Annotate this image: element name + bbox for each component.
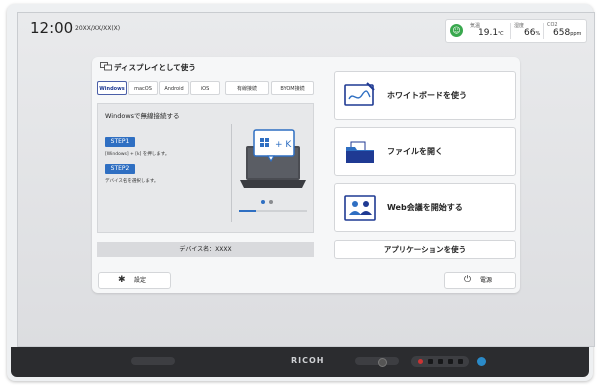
hdmi-port[interactable] bbox=[458, 359, 463, 364]
clock-time: 12:00 bbox=[30, 19, 74, 37]
tab-macos[interactable]: macOS bbox=[128, 81, 158, 95]
step1-badge: STEP1 bbox=[105, 137, 135, 147]
power-led bbox=[418, 359, 423, 364]
carousel-dot[interactable] bbox=[261, 200, 265, 204]
clock-date: 20XX/XX/XX(X) bbox=[75, 25, 121, 32]
nfc-icon bbox=[477, 357, 486, 366]
web-meeting-button[interactable]: Web会議を開始する bbox=[334, 183, 516, 232]
guide-title: Windowsで無線接続する bbox=[105, 112, 180, 120]
step1-description: [Windows] + [k] を押します。 bbox=[105, 152, 170, 157]
screen: 12:00 20XX/XX/XX(X) ☺ 気温 19.1℃ 湿度 66% CO… bbox=[17, 12, 595, 347]
divider bbox=[543, 23, 544, 39]
carousel-dot[interactable] bbox=[269, 200, 273, 204]
whiteboard-button[interactable]: ホワイトボードを使う bbox=[334, 71, 516, 120]
power-icon: ⏻ bbox=[464, 275, 472, 285]
settings-button[interactable]: ✱ 設定 bbox=[98, 272, 171, 289]
web-meeting-label: Web会議を開始する bbox=[387, 203, 463, 212]
power-button[interactable]: ⏻ 電源 bbox=[444, 272, 516, 289]
usb-port[interactable] bbox=[428, 359, 433, 364]
whiteboard-icon bbox=[344, 82, 375, 106]
whiteboard-label: ホワイトボードを使う bbox=[387, 91, 467, 100]
web-meeting-icon bbox=[344, 195, 376, 221]
tab-byom[interactable]: BYOM接続 bbox=[271, 81, 314, 95]
folder-icon bbox=[346, 141, 374, 163]
port-panel bbox=[411, 356, 469, 367]
apps-button[interactable]: アプリケーションを使う bbox=[334, 240, 516, 259]
tab-wired[interactable]: 有線接続 bbox=[225, 81, 269, 95]
smiley-icon: ☺ bbox=[450, 24, 463, 37]
gear-icon: ✱ bbox=[118, 275, 126, 285]
power-label: 電源 bbox=[480, 277, 493, 284]
divider bbox=[510, 23, 511, 39]
camera-icon bbox=[378, 358, 387, 367]
display-device: 12:00 20XX/XX/XX(X) ☺ 気温 19.1℃ 湿度 66% CO… bbox=[7, 4, 595, 381]
settings-label: 設定 bbox=[134, 277, 147, 284]
tab-windows[interactable]: Windows bbox=[97, 81, 127, 95]
speaker-grille bbox=[131, 357, 175, 365]
speaker-grille bbox=[355, 357, 399, 365]
open-file-label: ファイルを開く bbox=[387, 147, 443, 156]
shortcut-text: + K bbox=[275, 140, 292, 150]
guide-progress bbox=[239, 210, 307, 212]
bezel: RICOH bbox=[11, 347, 589, 377]
display-icon bbox=[100, 62, 112, 71]
laptop-illustration: + K bbox=[240, 129, 306, 188]
step2-description: デバイス名を選択します。 bbox=[105, 179, 159, 184]
open-file-button[interactable]: ファイルを開く bbox=[334, 127, 516, 176]
main-panel: ディスプレイとして使う Windows macOS Android iOS 有線… bbox=[92, 57, 520, 293]
brand-logo: RICOH bbox=[291, 356, 325, 365]
tab-ios[interactable]: iOS bbox=[190, 81, 220, 95]
tab-android[interactable]: Android bbox=[159, 81, 189, 95]
step2-badge: STEP2 bbox=[105, 164, 135, 174]
guide-progress-fill bbox=[239, 210, 256, 212]
usb-port[interactable] bbox=[448, 359, 453, 364]
status-bar: 12:00 20XX/XX/XX(X) ☺ 気温 19.1℃ 湿度 66% CO… bbox=[18, 13, 594, 45]
panel-title: ディスプレイとして使う bbox=[114, 63, 196, 72]
device-name: デバイス名：XXXX bbox=[97, 242, 314, 257]
usb-port[interactable] bbox=[438, 359, 443, 364]
environment-panel: ☺ 気温 19.1℃ 湿度 66% CO2 658ppm bbox=[445, 19, 587, 43]
connection-guide: Windowsで無線接続する STEP1 [Windows] + [k] を押し… bbox=[97, 103, 314, 233]
divider bbox=[231, 124, 232, 222]
